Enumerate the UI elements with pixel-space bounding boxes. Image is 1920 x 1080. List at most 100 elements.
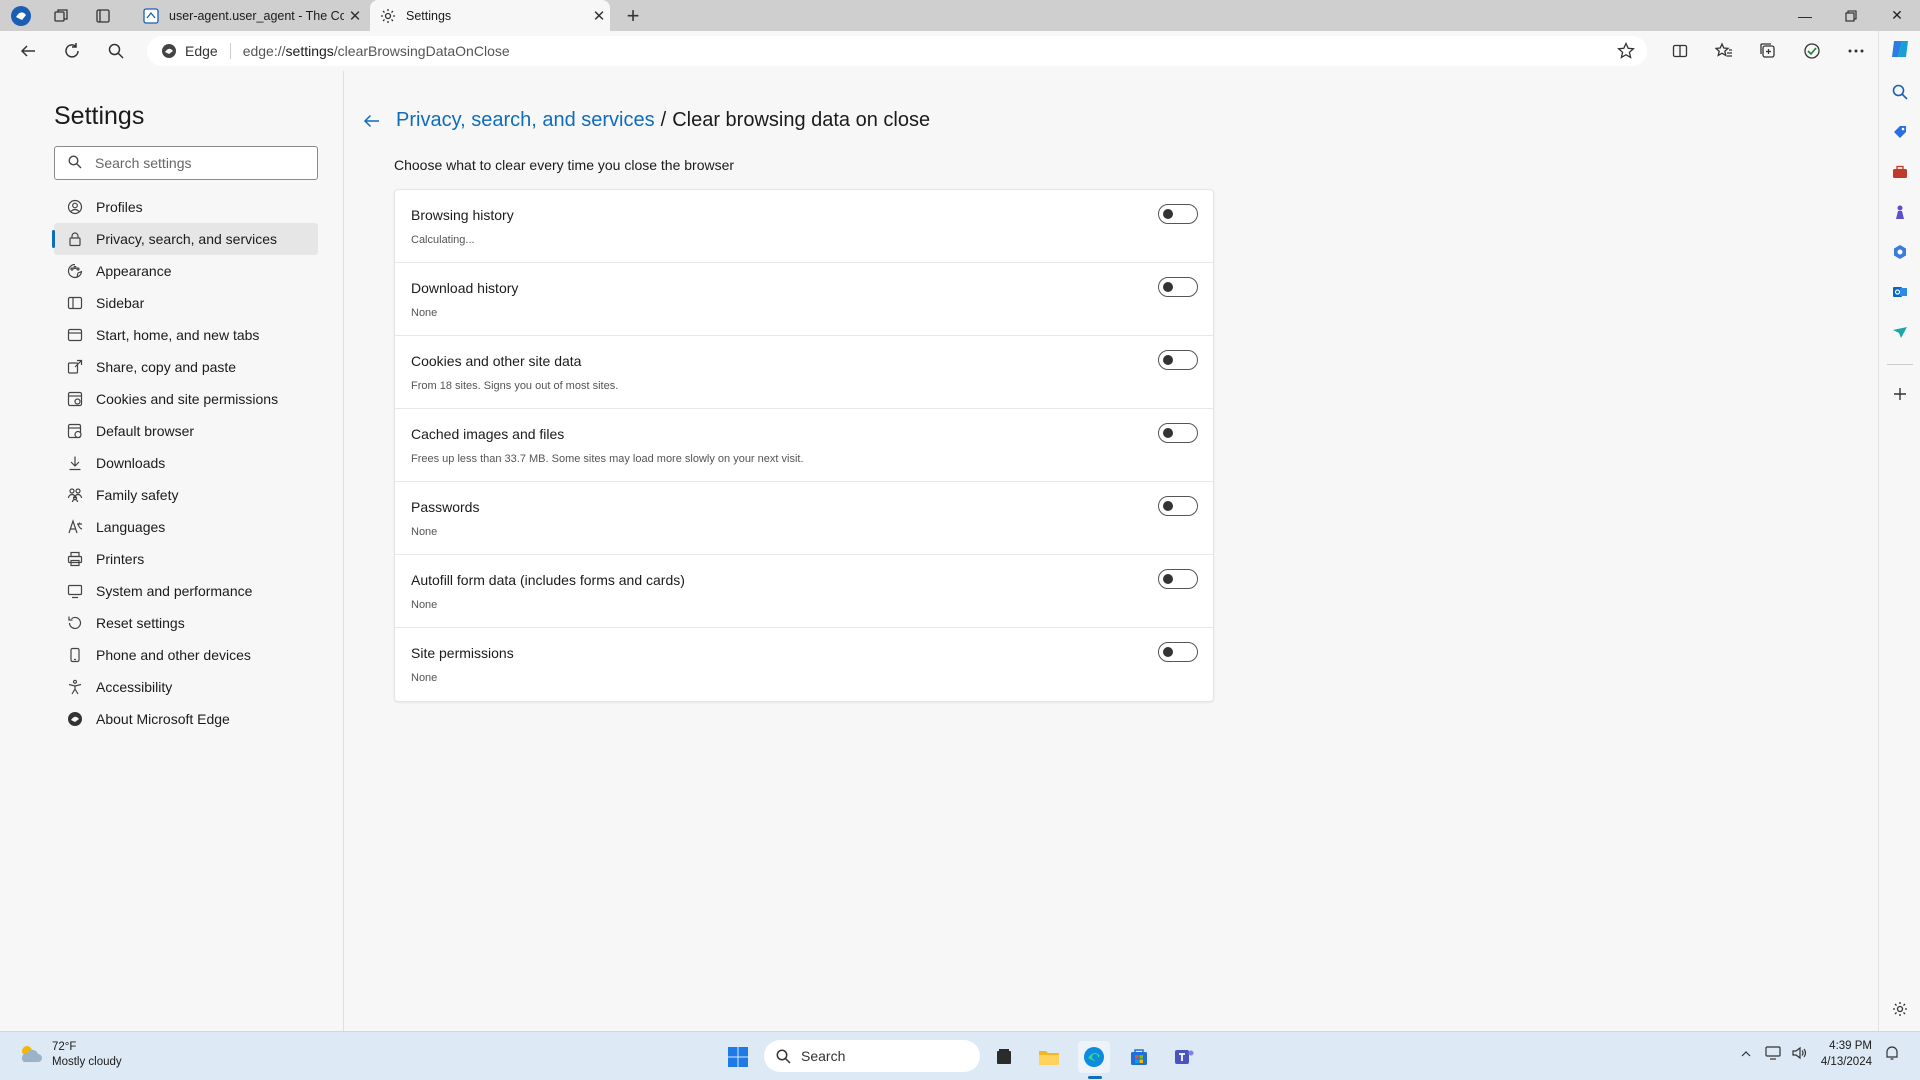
clock-time: 4:39 PM [1829, 1040, 1872, 1052]
favorites-icon[interactable] [1709, 36, 1739, 66]
weather-temp: 72°F [52, 1041, 77, 1053]
gear-icon[interactable] [1887, 996, 1913, 1022]
tools-icon[interactable] [1887, 159, 1913, 185]
sidebar-item-languages[interactable]: Languages [54, 511, 318, 543]
setting-description: From 18 sites. Signs you out of most sit… [411, 380, 619, 392]
sidebar-item-label: System and performance [96, 583, 253, 599]
sidebar-item-accessibility[interactable]: Accessibility [54, 671, 318, 703]
setting-title: Site permissions [411, 645, 514, 661]
notifications-icon[interactable] [1884, 1045, 1900, 1064]
sidebar-item-label: Printers [96, 551, 145, 567]
breadcrumb-parent-link[interactable]: Privacy, search, and services [396, 109, 655, 132]
cookies-icon [66, 390, 84, 408]
back-arrow-icon[interactable] [362, 111, 382, 131]
sidebar-item-label: Accessibility [96, 679, 173, 695]
page-subtitle: Choose what to clear every time you clos… [394, 157, 735, 173]
close-tab-icon[interactable]: ✕ [344, 7, 366, 25]
sidebar-item-appearance[interactable]: Appearance [54, 255, 318, 287]
sidebar-item-default-browser[interactable]: Default browser [54, 415, 318, 447]
sidebar-item-phone[interactable]: Phone and other devices [54, 639, 318, 671]
sidebar-item-label: Sidebar [96, 295, 145, 311]
cloudy-weather-icon [18, 1043, 44, 1068]
download-history-toggle[interactable] [1158, 277, 1198, 297]
network-icon[interactable] [1765, 1045, 1781, 1063]
setting-description: Frees up less than 33.7 MB. Some sites m… [411, 453, 804, 465]
more-options-icon[interactable] [1841, 36, 1871, 66]
sidebar-item-family-safety[interactable]: Family safety [54, 479, 318, 511]
outlook-icon[interactable] [1887, 279, 1913, 305]
collections-icon[interactable] [1753, 36, 1783, 66]
system-tray: 4:39 PM 4/13/2024 [1741, 1038, 1900, 1070]
search-settings-box[interactable] [54, 146, 318, 180]
copilot-icon[interactable] [1887, 36, 1913, 62]
windows-start-icon[interactable] [722, 1041, 754, 1073]
site-permissions-toggle[interactable] [1158, 642, 1198, 662]
sidebar-item-privacy[interactable]: Privacy, search, and services [52, 223, 318, 255]
restore-icon[interactable] [1828, 0, 1874, 31]
search-settings-input[interactable] [95, 155, 295, 171]
shopping-tag-icon[interactable] [1887, 119, 1913, 145]
microsoft-store-icon[interactable] [1123, 1041, 1155, 1073]
minimize-icon[interactable]: — [1782, 0, 1828, 31]
volume-icon[interactable] [1791, 1046, 1807, 1063]
add-icon[interactable] [1887, 381, 1913, 407]
close-window-icon[interactable]: ✕ [1874, 0, 1920, 31]
browser-icon [66, 422, 84, 440]
cookies-toggle[interactable] [1158, 350, 1198, 370]
chevron-up-icon[interactable] [1741, 1048, 1751, 1060]
games-icon[interactable] [1887, 199, 1913, 225]
url-text[interactable]: edge://settings/clearBrowsingDataOnClose [231, 43, 510, 59]
sidebar-item-start-home[interactable]: Start, home, and new tabs [54, 319, 318, 351]
setting-title: Download history [411, 280, 519, 296]
tab-actions-icon[interactable] [90, 3, 116, 29]
search-icon[interactable] [101, 36, 131, 66]
microsoft-365-icon[interactable] [1887, 239, 1913, 265]
workspaces-icon[interactable] [48, 3, 74, 29]
sidebar-item-reset[interactable]: Reset settings [54, 607, 318, 639]
tab-title: Settings [406, 8, 452, 23]
file-explorer-icon[interactable] [1033, 1041, 1065, 1073]
passwords-toggle[interactable] [1158, 496, 1198, 516]
cached-images-toggle[interactable] [1158, 423, 1198, 443]
sidebar-item-printers[interactable]: Printers [54, 543, 318, 575]
sidebar-item-profiles[interactable]: Profiles [54, 191, 318, 223]
address-bar[interactable]: Edge edge://settings/clearBrowsingDataOn… [147, 36, 1647, 66]
gear-icon [380, 8, 396, 24]
edge-taskbar-icon[interactable] [1078, 1041, 1110, 1073]
sidebar-item-cookies[interactable]: Cookies and site permissions [54, 383, 318, 415]
system-icon [66, 582, 84, 600]
breadcrumb: Privacy, search, and services / Clear br… [362, 109, 930, 132]
new-tab-plus-icon[interactable]: + [620, 3, 646, 29]
refresh-icon[interactable] [57, 36, 87, 66]
clock[interactable]: 4:39 PM 4/13/2024 [1821, 1038, 1872, 1070]
sidebar-item-sidebar[interactable]: Sidebar [54, 287, 318, 319]
teams-icon[interactable] [1168, 1041, 1200, 1073]
phone-icon [66, 646, 84, 664]
weather-widget[interactable]: 72°F Mostly cloudy [18, 1040, 122, 1070]
close-tab-icon[interactable]: ✕ [588, 7, 610, 25]
task-view-icon[interactable] [988, 1041, 1020, 1073]
sidebar-item-share[interactable]: Share, copy and paste [54, 351, 318, 383]
setting-title: Autofill form data (includes forms and c… [411, 572, 685, 588]
sidebar-item-system[interactable]: System and performance [54, 575, 318, 607]
taskbar-search-label: Search [801, 1048, 846, 1064]
sidebar-item-about[interactable]: About Microsoft Edge [54, 703, 318, 735]
autofill-toggle[interactable] [1158, 569, 1198, 589]
taskbar-search-box[interactable]: Search [764, 1040, 980, 1072]
setting-description: None [411, 307, 438, 319]
tab-settings[interactable]: Settings ✕ [370, 0, 610, 31]
profile-avatar-icon[interactable] [8, 3, 34, 29]
drop-icon[interactable] [1887, 319, 1913, 345]
favorite-star-icon[interactable] [1617, 41, 1635, 63]
browser-essentials-icon[interactable] [1797, 36, 1827, 66]
split-screen-icon[interactable] [1665, 36, 1695, 66]
search-icon[interactable] [1887, 79, 1913, 105]
tab-user-agent[interactable]: user-agent.user_agent - The Coll ✕ [133, 0, 366, 31]
page-title: Clear browsing data on close [672, 109, 931, 131]
home-icon [66, 326, 84, 344]
sidebar-item-downloads[interactable]: Downloads [54, 447, 318, 479]
browsing-history-toggle[interactable] [1158, 204, 1198, 224]
back-arrow-icon[interactable] [13, 36, 43, 66]
lock-icon [66, 230, 84, 248]
setting-description: Calculating... [411, 234, 475, 246]
